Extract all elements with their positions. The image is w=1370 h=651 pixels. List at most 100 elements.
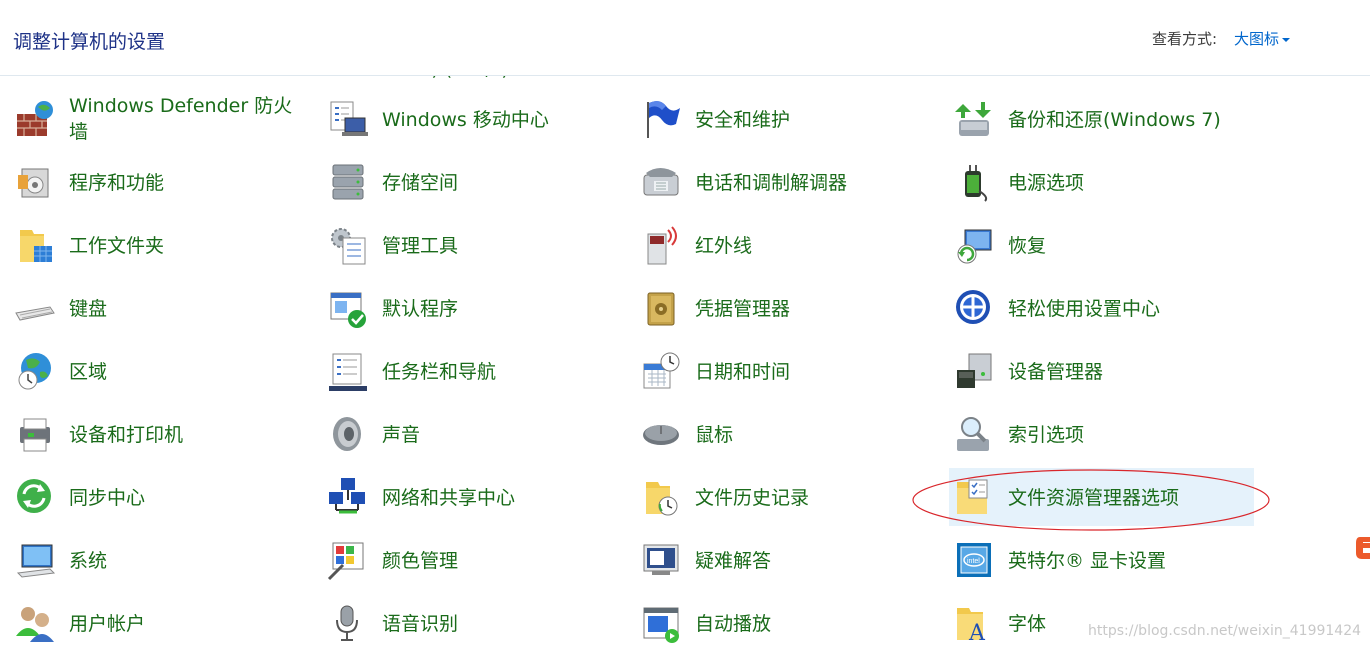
item-label[interactable]: 设备和打印机 (69, 422, 183, 448)
control-panel-item[interactable]: 恢复 (939, 216, 1252, 274)
item-label[interactable]: 键盘 (69, 296, 107, 322)
control-panel-item[interactable]: intel 英特尔® 显卡设置 (939, 531, 1252, 589)
backup-restore-icon (953, 98, 995, 140)
control-panel-item[interactable]: 凭据管理器 (626, 279, 939, 337)
control-panel-item[interactable]: 键盘 (0, 279, 313, 337)
control-panel-item[interactable]: 电源选项 (939, 153, 1252, 211)
control-panel-item[interactable]: 日期和时间 (626, 342, 939, 400)
control-panel-item[interactable]: 设备管理器 (939, 342, 1252, 400)
item-label[interactable]: 疑难解答 (695, 548, 771, 574)
control-panel-item[interactable]: 备份和还原(Windows 7) (939, 90, 1252, 148)
item-label[interactable]: 电话和调制解调器 (695, 170, 847, 196)
programs-icon (14, 161, 56, 203)
item-label[interactable]: 恢复 (1008, 233, 1046, 259)
file-history-icon (640, 476, 682, 518)
item-label[interactable]: 工作文件夹 (69, 233, 164, 259)
item-label[interactable]: 用户帐户 (69, 611, 145, 637)
item-label[interactable]: 同步中心 (69, 485, 145, 511)
item-label[interactable]: 轻松使用设置中心 (1008, 296, 1160, 322)
control-panel-item[interactable]: 默认程序 (313, 279, 626, 337)
taskbar-icon (327, 350, 369, 392)
item-label[interactable]: 日期和时间 (695, 359, 790, 385)
header-bar: 调整计算机的设置 查看方式: 大图标 (0, 0, 1370, 76)
item-label[interactable]: 自动播放 (695, 611, 771, 637)
control-panel-item[interactable]: 同步中心 (0, 468, 313, 526)
control-panel-item[interactable]: Windows Defender 防火墙 (0, 90, 313, 148)
item-label[interactable]: 鼠标 (695, 422, 733, 448)
control-panel-item[interactable]: 用户帐户 (0, 594, 313, 651)
item-label[interactable]: 区域 (69, 359, 107, 385)
item-label[interactable]: 网络和共享中心 (382, 485, 515, 511)
control-panel-item[interactable]: 安全和维护 (626, 90, 939, 148)
view-by-label: 查看方式: (1152, 30, 1218, 48)
autoplay-icon (640, 602, 682, 644)
power-icon (953, 161, 995, 203)
printer-icon (14, 413, 56, 455)
view-by-value[interactable]: 大图标 (1234, 30, 1279, 48)
view-by-dropdown[interactable]: 大图标 (1234, 28, 1291, 49)
item-label[interactable]: 颜色管理 (382, 548, 458, 574)
item-label[interactable]: 声音 (382, 422, 420, 448)
item-label[interactable]: 语音识别 (382, 611, 458, 637)
control-panel-item[interactable]: 文件资源管理器选项 (949, 468, 1254, 526)
control-panel-item[interactable]: Windows 移动中心 (313, 90, 626, 148)
item-label[interactable]: 安全和维护 (695, 107, 790, 133)
control-panel-item[interactable]: 疑难解答 (626, 531, 939, 589)
item-label[interactable]: Windows 移动中心 (382, 107, 549, 133)
item-label[interactable]: 任务栏和导航 (382, 359, 496, 385)
item-label[interactable]: 红外线 (695, 233, 752, 259)
watermark: https://blog.csdn.net/weixin_41991424 (1088, 623, 1362, 639)
control-panel-item[interactable]: 网络和共享中心 (313, 468, 626, 526)
credential-vault-icon (640, 287, 682, 329)
control-panel-item[interactable]: 自动播放 (626, 594, 939, 651)
user-accounts-icon (14, 602, 56, 644)
item-label[interactable]: 管理工具 (382, 233, 458, 259)
control-panel-item[interactable]: 索引选项 (939, 405, 1252, 463)
control-panel-item[interactable]: 红外线 (626, 216, 939, 274)
control-panel-item[interactable]: 轻松使用设置中心 (939, 279, 1252, 337)
control-panel-item[interactable]: 语音识别 (313, 594, 626, 651)
folder-options-icon (953, 476, 995, 518)
chevron-down-icon[interactable] (1282, 37, 1291, 42)
region-globe-icon (14, 350, 56, 392)
item-label[interactable]: 存储空间 (382, 170, 458, 196)
fonts-icon: A (953, 602, 995, 646)
item-label[interactable]: Windows Defender 防火墙 (69, 93, 309, 145)
item-label[interactable]: 电源选项 (1008, 170, 1084, 196)
intel-graphics-icon: intel (953, 539, 995, 581)
speaker-icon (327, 413, 369, 455)
control-panel-item[interactable]: 颜色管理 (313, 531, 626, 589)
control-panel-item[interactable]: 存储空间 (313, 153, 626, 211)
item-label[interactable]: 系统 (69, 548, 107, 574)
item-label[interactable]: 备份和还原(Windows 7) (1008, 107, 1221, 133)
item-label[interactable]: 程序和功能 (69, 170, 164, 196)
control-panel-item[interactable]: 系统 (0, 531, 313, 589)
color-management-icon (327, 539, 369, 581)
control-panel-item[interactable]: 任务栏和导航 (313, 342, 626, 400)
control-panel-item[interactable]: 文件历史记录 (626, 468, 939, 526)
item-label[interactable]: 凭据管理器 (695, 296, 790, 322)
control-panel-item[interactable]: 声音 (313, 405, 626, 463)
svg-text:intel: intel (967, 558, 980, 565)
item-label[interactable]: 文件历史记录 (695, 485, 809, 511)
control-panel-item[interactable]: 鼠标 (626, 405, 939, 463)
item-label[interactable]: 字体 (1008, 611, 1046, 637)
system-computer-icon (14, 539, 56, 581)
control-panel-item[interactable]: 区域 (0, 342, 313, 400)
control-panel-item[interactable]: 程序和功能 (0, 153, 313, 211)
item-label[interactable]: 索引选项 (1008, 422, 1084, 448)
item-label[interactable]: 默认程序 (382, 296, 458, 322)
control-panel-item[interactable]: 设备和打印机 (0, 405, 313, 463)
item-label[interactable]: 文件资源管理器选项 (1008, 485, 1179, 511)
mobility-center-icon (327, 98, 369, 140)
troubleshooting-icon (640, 539, 682, 581)
item-label[interactable]: 英特尔® 显卡设置 (1008, 548, 1166, 574)
firewall-icon (14, 98, 56, 140)
control-panel-item[interactable]: 工作文件夹 (0, 216, 313, 274)
item-label[interactable]: 设备管理器 (1008, 359, 1103, 385)
control-panel-item[interactable]: 管理工具 (313, 216, 626, 274)
infrared-icon (640, 224, 682, 266)
security-flag-icon (640, 98, 682, 140)
sync-icon (14, 476, 56, 518)
control-panel-item[interactable]: 电话和调制解调器 (626, 153, 939, 211)
